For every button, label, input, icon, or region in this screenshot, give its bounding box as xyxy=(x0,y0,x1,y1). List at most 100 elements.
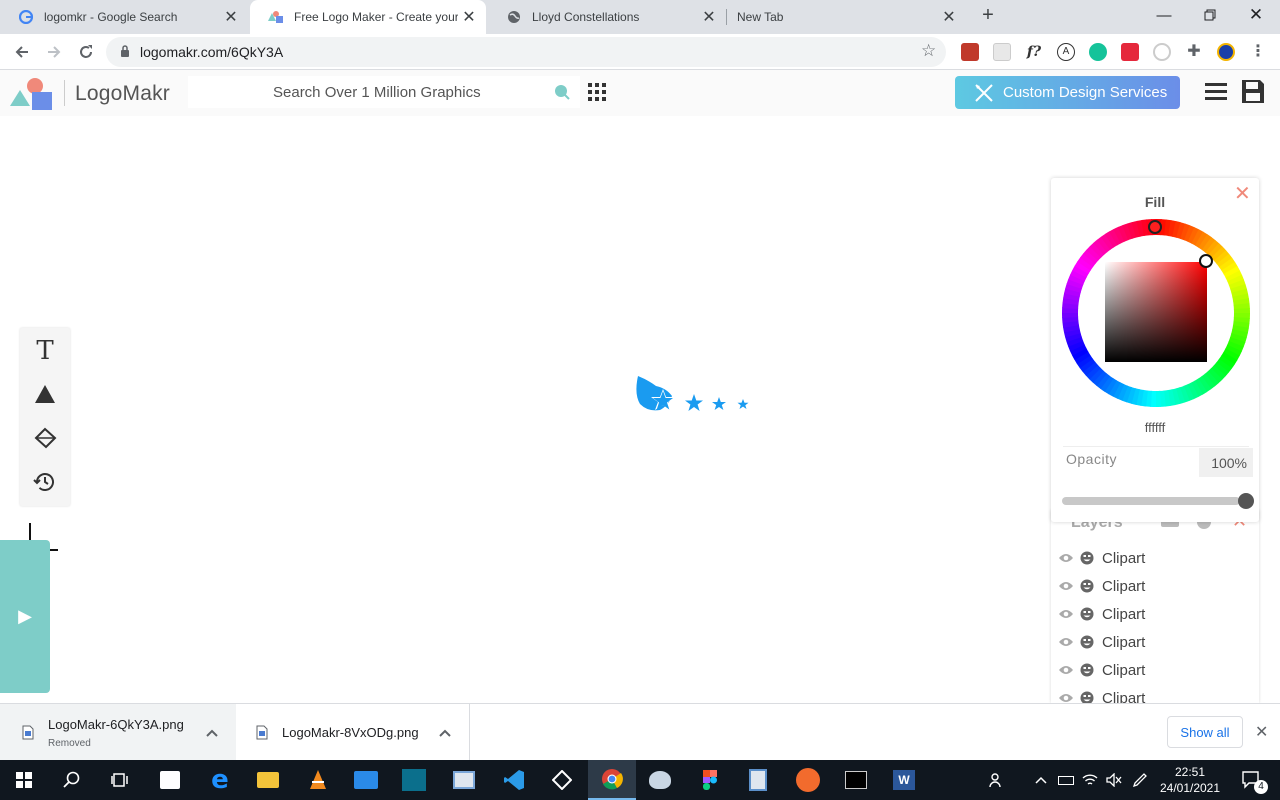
edge-icon[interactable]: e xyxy=(196,760,244,800)
address-bar[interactable]: logomakr.com/6QkY3A xyxy=(106,37,946,67)
hamburger-menu-icon[interactable] xyxy=(1205,82,1227,102)
vlc-icon[interactable] xyxy=(294,760,342,800)
color-handle[interactable] xyxy=(1199,254,1213,268)
eye-icon[interactable] xyxy=(1058,608,1074,620)
eye-icon[interactable] xyxy=(1058,580,1074,592)
layer-row[interactable]: Clipart xyxy=(1051,656,1259,684)
clipart-face-icon xyxy=(1080,663,1094,677)
color-wheel[interactable] xyxy=(1061,218,1251,408)
layer-row[interactable]: Clipart xyxy=(1051,572,1259,600)
close-icon[interactable]: ✕ xyxy=(220,7,242,27)
layer-row[interactable]: Clipart xyxy=(1051,684,1259,703)
kebab-menu-icon[interactable]: ⋮ xyxy=(1249,43,1267,61)
triangle-icon xyxy=(35,385,55,403)
history-tool-button[interactable] xyxy=(20,462,70,502)
download-item[interactable]: LogoMakr-6QkY3A.png Removed xyxy=(0,704,236,761)
extension-red-icon[interactable] xyxy=(1121,43,1139,61)
opacity-slider-knob[interactable] xyxy=(1238,493,1254,509)
cursor-mark xyxy=(29,523,31,541)
tab-google-search[interactable]: logomkr - Google Search ✕ xyxy=(0,0,248,34)
opacity-input[interactable]: 100% xyxy=(1199,448,1253,477)
close-icon[interactable]: ✕ xyxy=(1234,181,1251,206)
wifi-icon[interactable] xyxy=(1078,760,1102,800)
notification-count-badge: 4 xyxy=(1254,780,1268,794)
download-item[interactable]: LogoMakr-8VxODg.png xyxy=(236,704,470,761)
chevron-up-icon[interactable] xyxy=(1030,760,1052,800)
chevron-up-icon[interactable] xyxy=(439,725,451,740)
reload-icon[interactable] xyxy=(72,38,100,66)
shape-tool-button[interactable] xyxy=(20,374,70,414)
star-clipart-group[interactable] xyxy=(632,372,754,418)
opacity-slider-track[interactable] xyxy=(1062,497,1240,505)
clipart-tool-button[interactable] xyxy=(20,418,70,458)
close-icon[interactable]: ✕ xyxy=(458,7,480,27)
battery-icon[interactable] xyxy=(1054,760,1078,800)
restore-icon[interactable] xyxy=(1187,0,1233,30)
notifications-icon[interactable]: 4 xyxy=(1232,760,1272,800)
layer-row[interactable]: Clipart xyxy=(1051,544,1259,572)
vscode-icon[interactable] xyxy=(490,760,538,800)
windows-start-icon[interactable] xyxy=(0,760,48,800)
figma-icon[interactable] xyxy=(686,760,734,800)
store-icon[interactable] xyxy=(146,760,194,800)
extension-circle-icon[interactable] xyxy=(1153,43,1171,61)
apps-grid-icon[interactable] xyxy=(588,83,606,101)
back-arrow-icon[interactable] xyxy=(8,38,36,66)
tab-lloyd-constellations[interactable]: Lloyd Constellations ✕ xyxy=(488,0,726,34)
eye-icon[interactable] xyxy=(1058,552,1074,564)
graphics-search-box[interactable] xyxy=(188,76,580,108)
profile-avatar-icon[interactable] xyxy=(1217,43,1235,61)
custom-design-services-button[interactable]: Custom Design Services xyxy=(955,76,1180,109)
extension-chart-icon[interactable] xyxy=(961,43,979,61)
word-icon[interactable]: W xyxy=(880,760,928,800)
close-icon[interactable]: ✕ xyxy=(698,7,720,27)
layer-label: Clipart xyxy=(1102,577,1146,595)
window-close-icon[interactable]: ✕ xyxy=(1233,0,1279,30)
system-clock[interactable]: 22:51 24/01/2021 xyxy=(1158,764,1222,796)
extension-grid-icon[interactable] xyxy=(993,43,1011,61)
graphics-search-input[interactable] xyxy=(188,83,580,101)
chevron-up-icon[interactable] xyxy=(206,725,218,740)
bookmark-star-icon[interactable]: ☆ xyxy=(921,42,939,60)
tab-new-tab[interactable]: New Tab ✕ xyxy=(728,0,966,34)
app-teal-icon[interactable] xyxy=(390,760,438,800)
app-orange-icon[interactable] xyxy=(784,760,832,800)
people-icon[interactable] xyxy=(982,760,1012,800)
pen-icon[interactable] xyxy=(1126,760,1154,800)
show-all-button[interactable]: Show all xyxy=(1167,716,1243,748)
eye-icon[interactable] xyxy=(1058,692,1074,703)
hue-handle[interactable] xyxy=(1148,220,1162,234)
chrome-icon[interactable] xyxy=(588,760,636,800)
layer-row[interactable]: Clipart xyxy=(1051,600,1259,628)
search-icon[interactable] xyxy=(554,84,570,100)
minimize-icon[interactable]: — xyxy=(1141,0,1187,30)
save-icon[interactable] xyxy=(1241,79,1265,104)
file-explorer-icon[interactable] xyxy=(244,760,292,800)
close-icon[interactable]: ✕ xyxy=(938,7,960,27)
extension-a-icon[interactable]: A xyxy=(1057,43,1075,61)
hex-value[interactable]: ffffff xyxy=(1051,420,1259,435)
paint-icon[interactable] xyxy=(636,760,684,800)
brand-name[interactable]: LogoMakr xyxy=(75,82,170,106)
tab-logomakr[interactable]: Free Logo Maker - Create your o ✕ xyxy=(250,0,486,34)
volume-muted-icon[interactable] xyxy=(1102,760,1126,800)
extension-font-icon[interactable]: f? xyxy=(1025,43,1043,61)
app-diamond-icon[interactable] xyxy=(538,760,586,800)
forward-arrow-icon[interactable] xyxy=(40,38,68,66)
puzzle-icon[interactable]: ✚ xyxy=(1185,43,1203,61)
close-downloads-icon[interactable]: ✕ xyxy=(1255,722,1268,742)
logomakr-logo-icon[interactable] xyxy=(10,76,54,112)
expand-panel-button[interactable]: ▶ xyxy=(0,540,50,693)
search-icon[interactable] xyxy=(48,760,96,800)
new-tab-plus-icon[interactable]: + xyxy=(976,4,1000,30)
remote-desktop-icon[interactable] xyxy=(440,760,488,800)
grammarly-icon[interactable] xyxy=(1089,43,1107,61)
calculator-icon[interactable] xyxy=(734,760,782,800)
eye-icon[interactable] xyxy=(1058,636,1074,648)
task-view-icon[interactable] xyxy=(96,760,144,800)
mail-icon[interactable] xyxy=(342,760,390,800)
eye-icon[interactable] xyxy=(1058,664,1074,676)
layer-row[interactable]: Clipart xyxy=(1051,628,1259,656)
text-tool-button[interactable]: T xyxy=(20,331,70,371)
terminal-icon[interactable] xyxy=(832,760,880,800)
